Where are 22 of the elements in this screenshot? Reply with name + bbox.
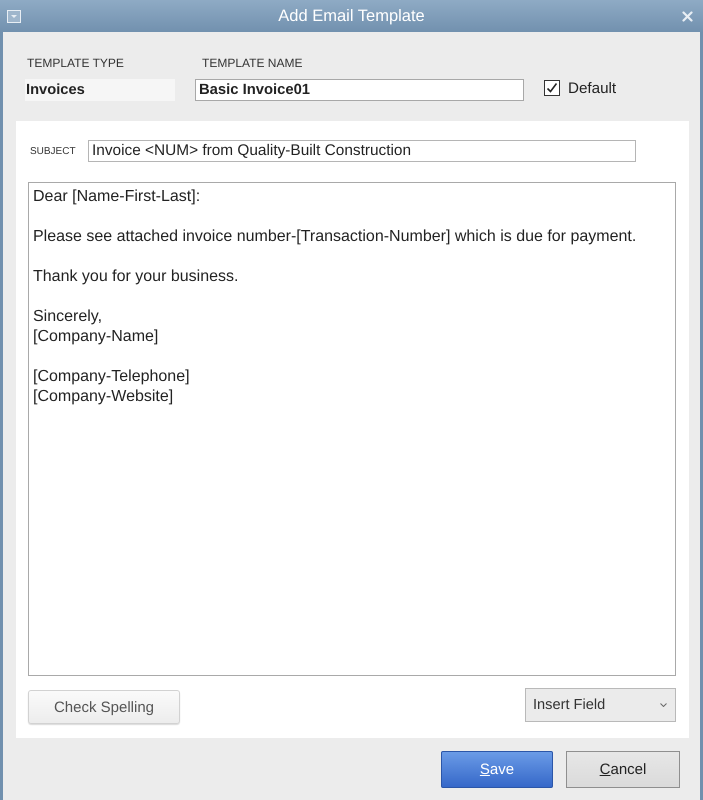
check-spelling-button[interactable]: Check Spelling — [28, 690, 180, 724]
body-paragraph: Thank you for your business. — [33, 267, 238, 287]
insert-field-dropdown[interactable]: Insert Field — [525, 688, 676, 722]
default-label: Default — [568, 80, 616, 96]
subject-field[interactable]: Invoice <NUM> from Quality-Built Construction — [88, 140, 636, 162]
message-body-field[interactable]: Dear [Name-First-Last]: Please see attached invoice number-[Transaction-Number] which is due for payment. Thank you for your business. Sincerely, [Company-Name] [Company-Telephone] [Company-Website] — [28, 182, 676, 676]
body-paragraph: Dear [Name-First-Last]: — [33, 187, 200, 207]
dialog-button[interactable]: Cancel — [566, 751, 680, 788]
body-paragraph: [Company-Telephone] [Company-Website] — [33, 367, 190, 407]
template-type-value: Invoices — [25, 79, 175, 101]
close-icon[interactable] — [682, 10, 693, 22]
dialog-button[interactable]: Save — [441, 751, 553, 788]
template-type-label: TEMPLATE TYPE — [26, 56, 125, 70]
subject-label: SUBJECT — [30, 146, 77, 156]
window-menu-icon[interactable] — [7, 10, 21, 22]
template-name-label: TEMPLATE NAME — [201, 56, 304, 70]
body-paragraph: Please see attached invoice number-[Transaction-Number] which is due for payment. — [33, 227, 636, 247]
body-paragraph: Sincerely, [Company-Name] — [33, 307, 158, 347]
default-checkbox[interactable] — [544, 80, 560, 96]
template-name-field[interactable]: Basic Invoice01 — [195, 79, 524, 101]
window-title: Add Email Template — [277, 6, 426, 26]
caret-icon — [660, 703, 667, 707]
